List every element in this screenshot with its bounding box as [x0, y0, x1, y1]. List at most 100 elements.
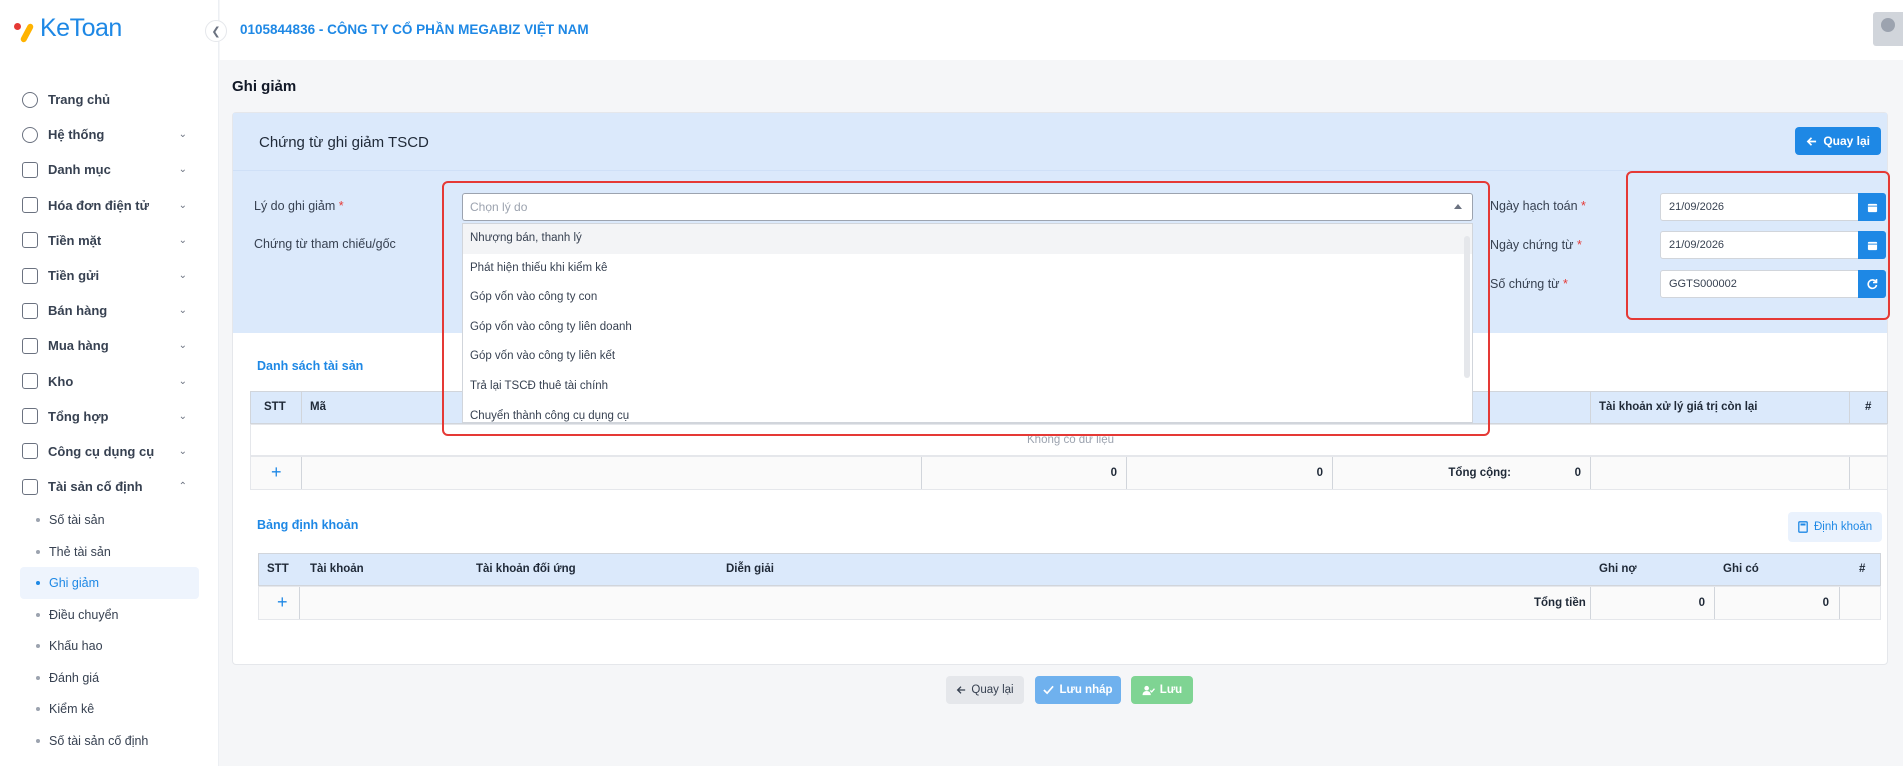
- car-icon: [22, 478, 38, 495]
- doc-no-field[interactable]: GGTS000002: [1660, 270, 1886, 298]
- reason-option[interactable]: Trả lại TSCĐ thuê tài chính: [463, 372, 1472, 402]
- reason-option[interactable]: Chuyển thành công cụ dụng cụ: [463, 402, 1472, 422]
- sidebar-subitem-2[interactable]: Thẻ tài sản: [0, 536, 219, 568]
- reason-option[interactable]: Góp vốn vào công ty con: [463, 283, 1472, 313]
- save-draft-button[interactable]: Lưu nháp: [1035, 676, 1121, 704]
- sidebar-item-3[interactable]: Danh mục ⌄: [0, 152, 219, 187]
- sidebar-item-label: Trang chủ: [48, 92, 111, 108]
- sidebar-item-2[interactable]: Hệ thống ⌄: [0, 117, 219, 152]
- sidebar-item-label: Tiền gửi: [48, 268, 100, 284]
- calendar-icon[interactable]: [1858, 231, 1886, 259]
- sidebar-item-4[interactable]: Hóa đơn điện tử ⌄: [0, 188, 219, 223]
- sidebar-subitem-5[interactable]: Khấu hao: [0, 630, 219, 662]
- avatar[interactable]: [1873, 12, 1903, 46]
- refresh-icon[interactable]: [1858, 270, 1886, 298]
- posting-date-field[interactable]: 21/09/2026: [1660, 193, 1886, 221]
- collapse-sidebar-button[interactable]: ❮: [205, 20, 227, 42]
- topbar: 0105844836 - CÔNG TY CỔ PHẦN MEGABIZ VIỆ…: [220, 0, 1903, 60]
- doc-date-field[interactable]: 21/09/2026: [1660, 231, 1886, 259]
- save-button[interactable]: Lưu: [1131, 676, 1193, 704]
- total-debit: 0: [1698, 597, 1705, 609]
- arrow-left-icon: [1806, 136, 1817, 146]
- chevron-left-icon: ❮: [211, 25, 221, 38]
- doc-date-value: 21/09/2026: [1669, 239, 1725, 251]
- reason-option[interactable]: Nhượng bán, thanh lý: [463, 224, 1472, 254]
- dropdown-scrollbar[interactable]: [1464, 236, 1470, 378]
- company-name: 0105844836 - CÔNG TY CỔ PHẦN MEGABIZ VIỆ…: [240, 22, 589, 37]
- doc-no-label: Số chứng từ *: [1490, 277, 1568, 291]
- posting-date-label: Ngày hạch toán *: [1490, 199, 1586, 213]
- calendar-icon[interactable]: [1858, 193, 1886, 221]
- sidebar-item-label: Bán hàng: [48, 303, 108, 319]
- sidebar-item-cut[interactable]: Tiền lương: [0, 756, 219, 766]
- arrow-left-icon: [957, 686, 966, 694]
- reason-option[interactable]: Góp vốn vào công ty liên kết: [463, 342, 1472, 372]
- sidebar-item-8[interactable]: Mua hàng ⌄: [0, 328, 219, 363]
- back-button[interactable]: Quay lại: [946, 676, 1024, 704]
- sidebar-subitem-7[interactable]: Kiểm kê: [0, 693, 219, 725]
- sidebar-item-5[interactable]: Tiền mặt ⌄: [0, 223, 219, 258]
- tools-icon: [22, 443, 38, 460]
- settings-icon: [22, 126, 38, 143]
- app-logo[interactable]: KeToan: [14, 14, 122, 43]
- accounting-table-header: STT Tài khoản Tài khoản đối ứng Diễn giả…: [258, 553, 1881, 586]
- invoice-icon: [22, 197, 38, 214]
- caret-up-icon: [1454, 204, 1462, 209]
- accounting-total-label: Tổng tiền: [1534, 597, 1586, 609]
- reason-option[interactable]: Góp vốn vào công ty liên doanh: [463, 313, 1472, 343]
- add-asset-button[interactable]: +: [271, 462, 282, 483]
- back-button-top[interactable]: Quay lại: [1795, 127, 1881, 155]
- sidebar-item-12[interactable]: Tài sản cố định ⌃: [0, 469, 219, 504]
- card-title: Chứng từ ghi giảm TSCD: [259, 134, 429, 151]
- asset-col-code: Mã: [310, 401, 326, 413]
- acc-col-contra: Tài khoản đối ứng: [476, 563, 576, 575]
- reason-select[interactable]: Chọn lý do: [462, 193, 1473, 221]
- sidebar-subitem-3[interactable]: Ghi giảm: [20, 567, 199, 599]
- sidebar-item-6[interactable]: Tiền gửi ⌄: [0, 258, 219, 293]
- sidebar-item-11[interactable]: Công cụ dụng cụ ⌄: [0, 434, 219, 469]
- chevron-down-icon: ⌄: [178, 340, 187, 352]
- check-icon: [1043, 685, 1055, 695]
- add-accounting-button[interactable]: +: [277, 592, 288, 613]
- back-button-top-label: Quay lại: [1823, 134, 1870, 148]
- sidebar-item-10[interactable]: Tổng hợp ⌄: [0, 399, 219, 434]
- sidebar-item-7[interactable]: Bán hàng ⌄: [0, 293, 219, 328]
- sidebar-item-9[interactable]: Kho ⌄: [0, 364, 219, 399]
- asset-total-row: + Tổng cộng: 0 0 0: [250, 456, 1888, 490]
- sidebar-subitem-1[interactable]: Số tài sản: [0, 504, 219, 536]
- acc-col-action: #: [1859, 563, 1866, 575]
- sidebar-menu: Trang chủ Hệ thống ⌄ Danh mục ⌄ Hóa đơn điện …: [0, 82, 219, 766]
- calculator-icon: [1798, 521, 1808, 533]
- sidebar: KeToan Trang chủ Hệ thống ⌄ Danh mục ⌄ Hóa đơ…: [0, 0, 219, 766]
- acc-col-credit: Ghi có: [1723, 563, 1759, 575]
- sidebar-subitem-6[interactable]: Đánh giá: [0, 662, 219, 694]
- accounting-button[interactable]: Định khoản: [1788, 512, 1883, 542]
- cart-icon: [22, 337, 38, 354]
- chevron-down-icon: ⌄: [178, 269, 187, 281]
- chevron-down-icon: ⌄: [178, 410, 187, 422]
- logo-mark-icon: [14, 17, 36, 43]
- reason-option[interactable]: Phát hiện thiếu khi kiểm kê: [463, 254, 1472, 284]
- accounting-button-label: Định khoản: [1814, 521, 1873, 533]
- chevron-down-icon: ⌄: [178, 375, 187, 387]
- asset-col-stt: STT: [264, 401, 286, 413]
- accounting-total-row: + Tổng tiền 0 0: [258, 586, 1881, 620]
- save-draft-label: Lưu nháp: [1059, 684, 1113, 696]
- sidebar-item-1[interactable]: Trang chủ: [0, 82, 219, 117]
- chevron-down-icon: ⌄: [178, 234, 187, 246]
- sidebar-subitem-4[interactable]: Điều chuyển: [0, 599, 219, 631]
- sidebar-subitem-8[interactable]: Số tài sản cố định: [0, 725, 219, 757]
- acc-col-stt: STT: [267, 563, 289, 575]
- chevron-up-icon: ⌃: [178, 481, 187, 493]
- asset-total-3: 0: [1574, 467, 1581, 479]
- save-label: Lưu: [1159, 684, 1183, 696]
- accounting-title: Bảng định khoản: [257, 518, 359, 532]
- sidebar-item-label: Tổng hợp: [48, 408, 109, 424]
- reference-label: Chứng từ tham chiếu/gốc: [254, 237, 396, 251]
- acc-col-account: Tài khoản: [310, 563, 364, 575]
- total-credit: 0: [1822, 597, 1829, 609]
- sidebar-item-label: Tài sản cố định: [48, 479, 143, 495]
- chart-icon: [22, 408, 38, 425]
- asset-empty-row: Không có dữ liệu: [250, 424, 1888, 456]
- back-button-label: Quay lại: [971, 684, 1014, 696]
